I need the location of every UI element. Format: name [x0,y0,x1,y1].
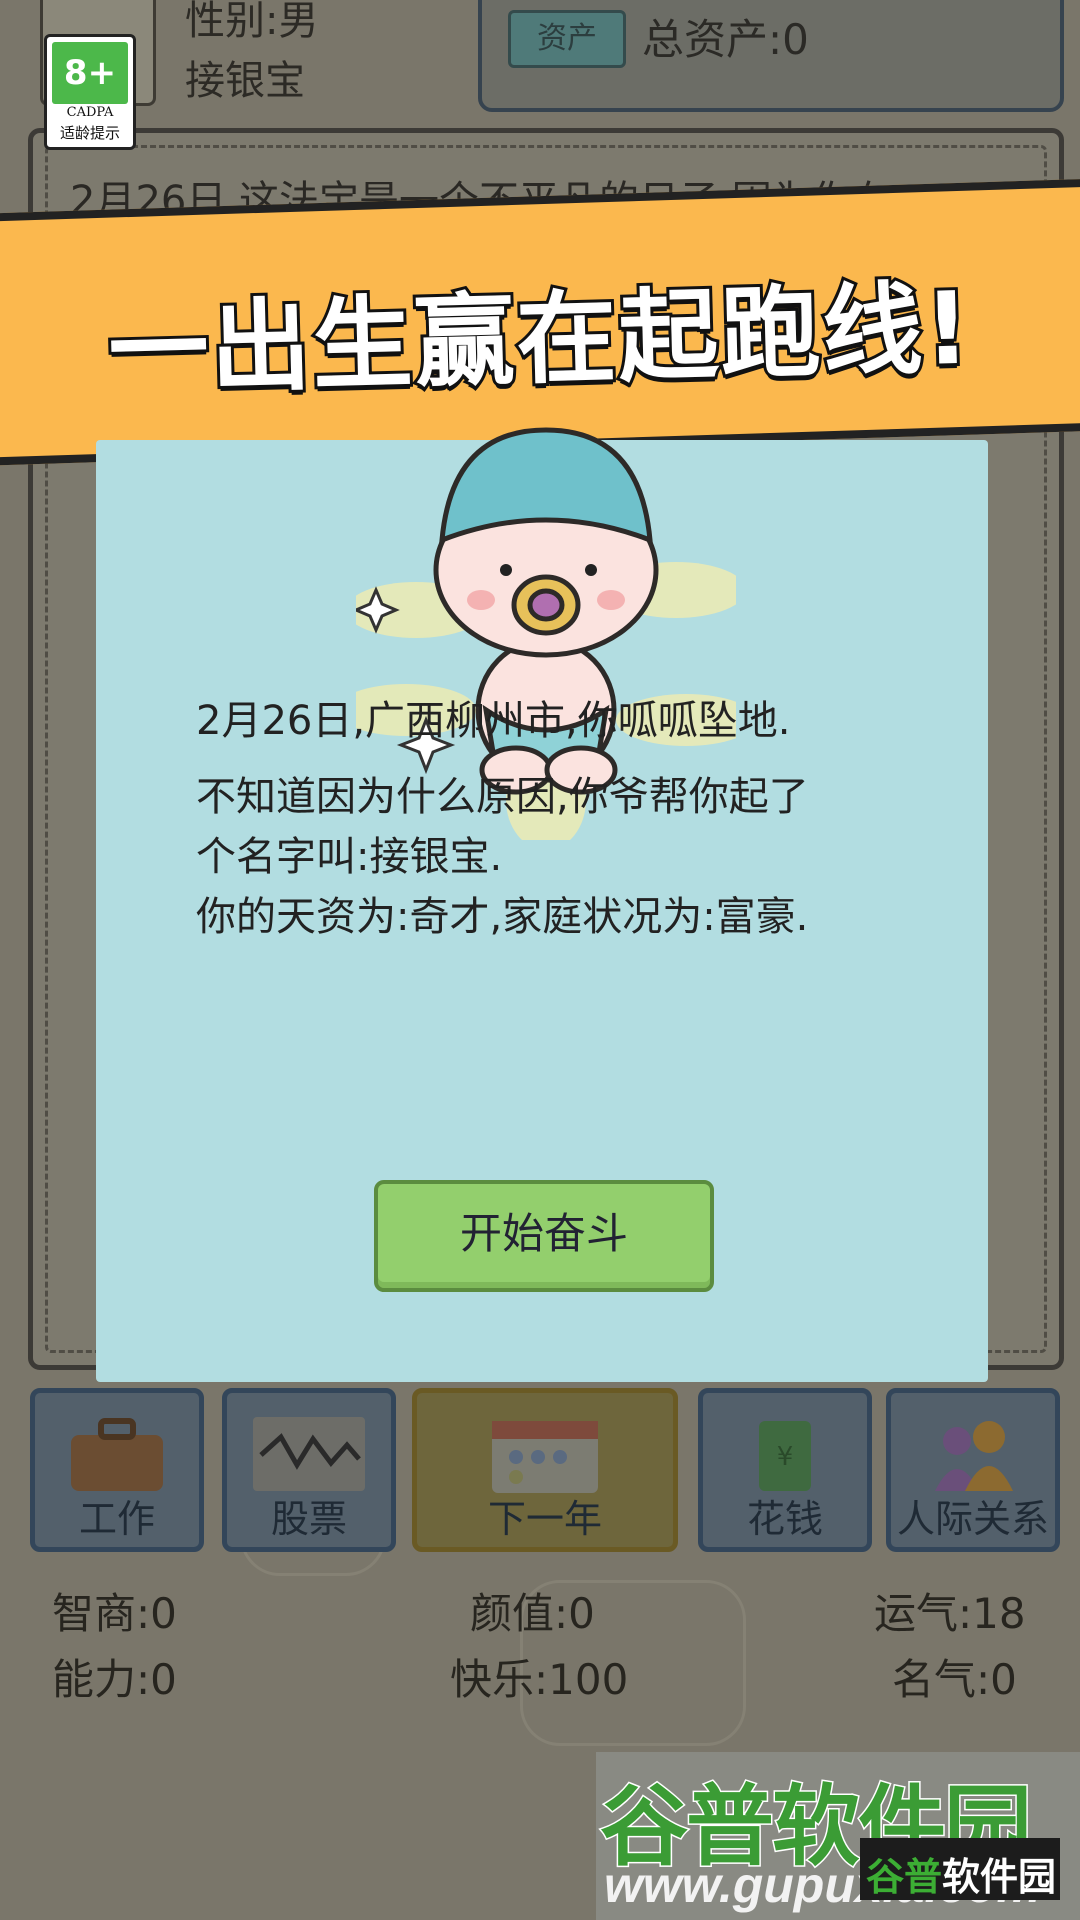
player-name: 接银宝 [185,58,305,104]
player-gender: 性别:男 [185,0,319,44]
story-line: 2月26日,广西柳州市,你呱呱坠地. [196,698,791,744]
stock-chart-icon [253,1417,365,1491]
stat-luck: 运气:18 [874,1589,1026,1638]
rating-label: 适龄提示 [59,124,120,142]
calendar-icon [492,1421,598,1493]
promo-banner-text: 一出生赢在起跑线! [104,267,976,413]
menu-work-button[interactable]: 工作 [30,1388,204,1552]
people-icon [935,1421,1013,1491]
menu-spend-label: 花钱 [746,1497,823,1541]
watermark-corner-a: 谷普 [866,1855,943,1899]
menu-relations-button[interactable]: 人际关系 [886,1388,1060,1552]
stat-ability: 能力:0 [52,1655,177,1704]
menu-stocks-label: 股票 [270,1497,347,1541]
story-line: 你的天资为:奇才,家庭状况为:富豪. [196,894,809,940]
menu-next-year-button[interactable]: 下一年 [412,1388,678,1552]
story-line: 不知道因为什么原因,你爷帮你起了 [196,774,809,820]
age-rating: 8+ [52,42,128,104]
stat-happiness: 快乐:100 [450,1655,629,1704]
watermark-corner-text: 谷普软件园 [866,1846,1056,1901]
asset-tab-button[interactable]: 资产 [508,10,626,68]
asset-panel: 资产 总资产:0 [478,0,1064,112]
menu-next-year-label: 下一年 [487,1497,602,1541]
age-rating-badge: 8+ CADPA 适龄提示 [44,34,136,150]
menu-relations-label: 人际关系 [896,1497,1049,1541]
svg-text:¥: ¥ [777,1442,794,1472]
story-line: 个名字叫:接银宝. [196,834,503,880]
stat-fame: 名气:0 [892,1655,1017,1704]
stat-looks: 颜值:0 [470,1589,595,1638]
watermark-corner-b: 软件园 [942,1855,1057,1899]
menu-spend-button[interactable]: ¥ 花钱 [698,1388,872,1552]
total-assets: 总资产:0 [642,15,809,64]
start-striving-button[interactable]: 开始奋斗 [374,1180,714,1292]
menu-stocks-button[interactable]: 股票 [222,1388,396,1552]
rating-org: CADPA [66,105,114,120]
stat-iq: 智商:0 [52,1589,177,1638]
money-icon: ¥ [759,1421,811,1491]
birth-dialog: 2月26日,广西柳州市,你呱呱坠地. 不知道因为什么原因,你爷帮你起了 个名字叫… [96,427,988,1382]
briefcase-icon [71,1418,163,1491]
menu-work-label: 工作 [78,1497,155,1541]
